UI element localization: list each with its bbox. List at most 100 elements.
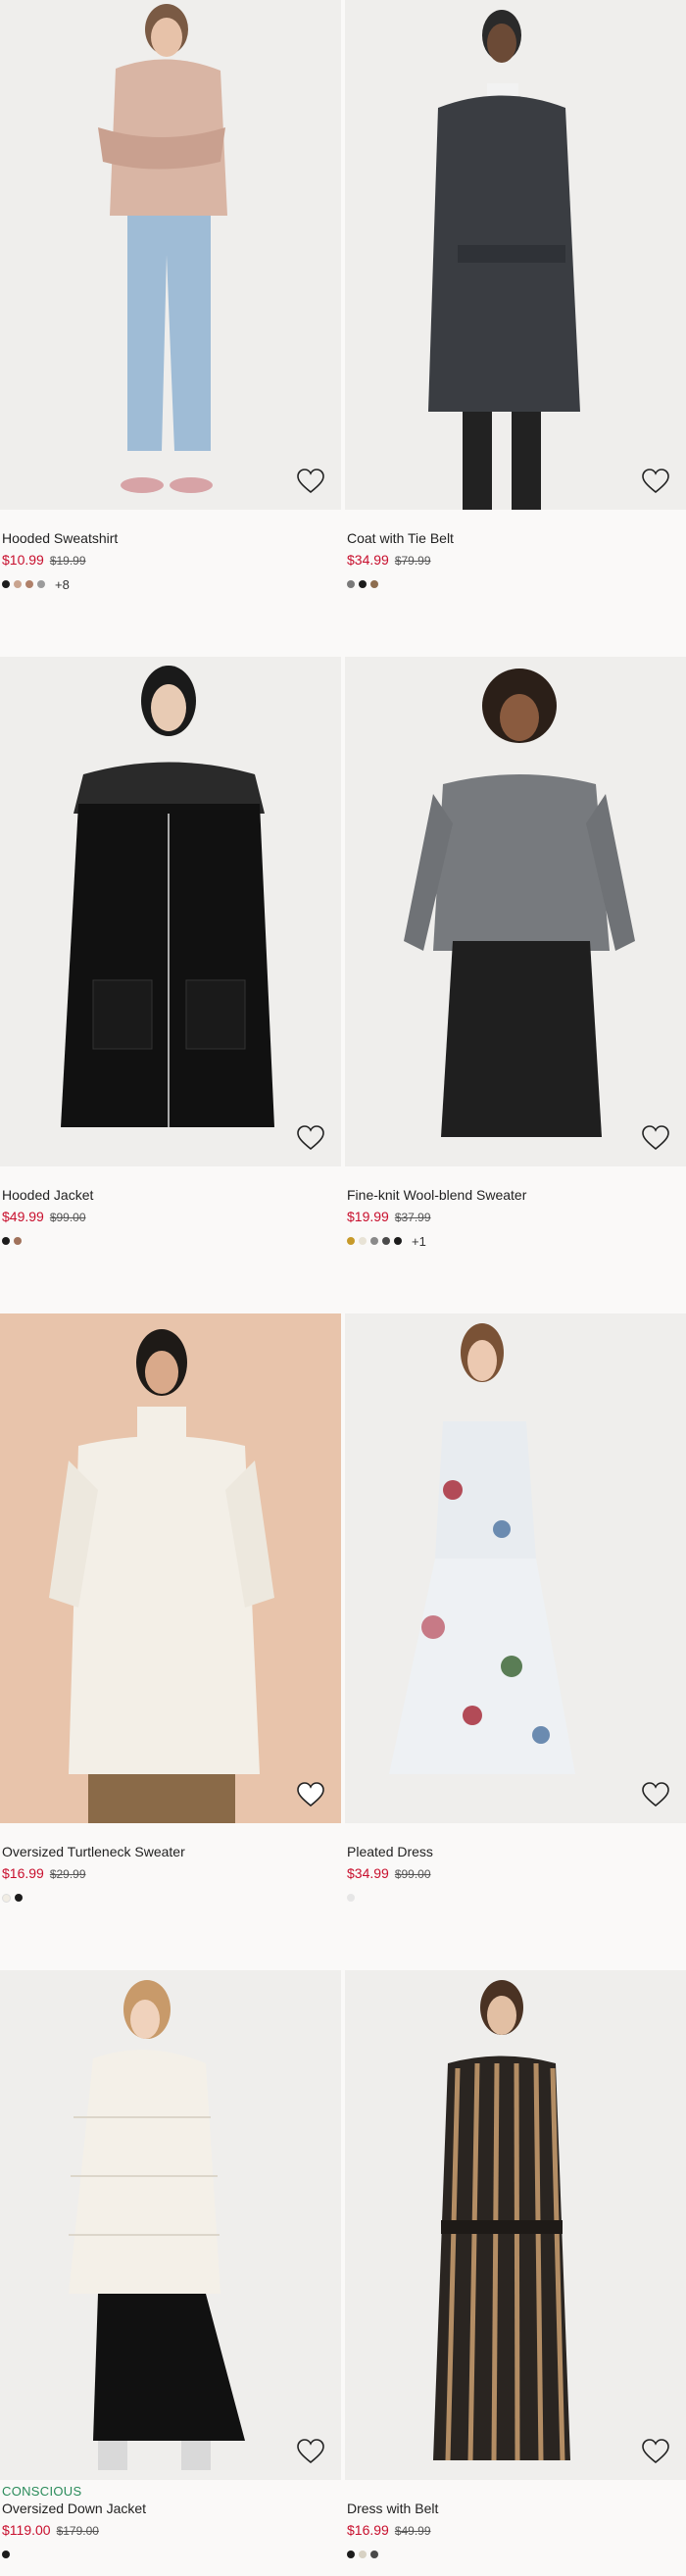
color-swatch[interactable] <box>370 1237 378 1245</box>
color-swatch[interactable] <box>370 2551 378 2558</box>
product-info: Oversized Turtleneck Sweater $16.99 $29.9… <box>2 1843 335 1905</box>
original-price: $99.00 <box>49 1211 86 1224</box>
original-price: $79.99 <box>394 554 431 568</box>
color-swatch[interactable] <box>14 580 22 588</box>
color-swatch[interactable] <box>359 1237 367 1245</box>
original-price: $179.00 <box>56 2524 99 2538</box>
color-swatches <box>347 577 680 591</box>
color-swatches <box>2 1891 335 1905</box>
color-swatch[interactable] <box>347 2551 355 2558</box>
color-swatch[interactable] <box>382 1237 390 1245</box>
original-price: $37.99 <box>394 1211 431 1224</box>
color-swatch[interactable] <box>394 1237 402 1245</box>
heart-icon <box>297 2439 324 2464</box>
product-prices: $10.99 $19.99 <box>2 551 335 570</box>
color-swatches: +8 <box>2 577 335 592</box>
color-swatch[interactable] <box>2 1893 11 1903</box>
sale-price: $119.00 <box>2 2522 51 2538</box>
product-card-oversized-turtleneck-sweater[interactable]: Oversized Turtleneck Sweater $16.99 $29.9… <box>0 1313 341 1960</box>
color-swatch[interactable] <box>25 580 33 588</box>
color-swatches <box>2 1234 335 1248</box>
sale-price: $19.99 <box>347 1209 389 1224</box>
product-prices: $119.00 $179.00 <box>2 2521 335 2540</box>
color-swatch[interactable] <box>14 1237 22 1245</box>
original-price: $49.99 <box>394 2524 431 2538</box>
heart-icon <box>297 1782 324 1808</box>
product-name[interactable]: Hooded Jacket <box>2 1186 335 1204</box>
color-swatches <box>347 2548 680 2561</box>
heart-icon <box>642 2439 669 2464</box>
product-card-coat-with-tie-belt[interactable]: Coat with Tie Belt $34.99 $79.99 <box>345 0 686 647</box>
color-swatch[interactable] <box>347 580 355 588</box>
color-swatch[interactable] <box>347 1894 355 1902</box>
favorite-button[interactable] <box>641 1780 670 1809</box>
color-swatch[interactable] <box>2 1237 10 1245</box>
product-card-fine-knit-wool-blend-sweater[interactable]: Fine-knit Wool-blend Sweater $19.99 $37.9… <box>345 657 686 1304</box>
product-prices: $34.99 $99.00 <box>347 1864 680 1883</box>
product-image[interactable] <box>0 0 341 510</box>
product-name[interactable]: Hooded Sweatshirt <box>2 529 335 547</box>
product-info: Fine-knit Wool-blend Sweater $19.99 $37.9… <box>347 1186 680 1249</box>
color-swatches <box>347 1891 680 1905</box>
color-swatch[interactable] <box>359 580 367 588</box>
original-price: $99.00 <box>394 1867 431 1881</box>
sale-price: $34.99 <box>347 1865 389 1881</box>
color-swatches: +1 <box>347 1234 680 1249</box>
color-swatch[interactable] <box>359 2551 367 2558</box>
favorite-button[interactable] <box>641 2437 670 2466</box>
product-prices: $19.99 $37.99 <box>347 1208 680 1226</box>
conscious-badge: CONSCIOUS <box>2 2484 82 2499</box>
color-swatch[interactable] <box>2 2551 10 2558</box>
sale-price: $34.99 <box>347 552 389 568</box>
product-card-hooded-jacket[interactable]: Hooded Jacket $49.99 $99.00 <box>0 657 341 1304</box>
product-prices: $16.99 $29.99 <box>2 1864 335 1883</box>
product-card-pleated-dress[interactable]: Pleated Dress $34.99 $99.00 <box>345 1313 686 1960</box>
heart-icon <box>297 469 324 494</box>
product-image[interactable] <box>0 1970 341 2480</box>
sale-price: $16.99 <box>2 1865 44 1881</box>
product-info: Pleated Dress $34.99 $99.00 <box>347 1843 680 1905</box>
product-name[interactable]: Oversized Down Jacket <box>2 2500 335 2517</box>
sale-price: $49.99 <box>2 1209 44 1224</box>
product-card-hooded-sweatshirt[interactable]: Hooded Sweatshirt $10.99 $19.99 +8 <box>0 0 341 647</box>
product-name[interactable]: Coat with Tie Belt <box>347 529 680 547</box>
product-name[interactable]: Dress with Belt <box>347 2500 680 2517</box>
product-image[interactable] <box>345 0 686 510</box>
favorite-button[interactable] <box>296 2437 325 2466</box>
favorite-button[interactable] <box>296 467 325 496</box>
sale-price: $10.99 <box>2 552 44 568</box>
product-info: Coat with Tie Belt $34.99 $79.99 <box>347 529 680 591</box>
product-image[interactable] <box>345 657 686 1166</box>
more-colors-count[interactable]: +8 <box>55 577 70 592</box>
heart-icon <box>642 1782 669 1808</box>
product-image[interactable] <box>345 1970 686 2480</box>
product-info: CONSCIOUS Oversized Down Jacket $119.00 $… <box>2 2484 335 2561</box>
product-prices: $16.99 $49.99 <box>347 2521 680 2540</box>
color-swatch[interactable] <box>15 1894 23 1902</box>
more-colors-count[interactable]: +1 <box>412 1234 426 1249</box>
product-info: Dress with Belt $16.99 $49.99 <box>347 2500 680 2561</box>
favorite-button[interactable] <box>641 1123 670 1153</box>
color-swatches <box>2 2548 335 2561</box>
sale-price: $16.99 <box>347 2522 389 2538</box>
color-swatch[interactable] <box>37 580 45 588</box>
product-name[interactable]: Pleated Dress <box>347 1843 680 1860</box>
product-info: Hooded Jacket $49.99 $99.00 <box>2 1186 335 1248</box>
product-image[interactable] <box>0 657 341 1166</box>
color-swatch[interactable] <box>370 580 378 588</box>
favorite-button[interactable] <box>641 467 670 496</box>
product-name[interactable]: Fine-knit Wool-blend Sweater <box>347 1186 680 1204</box>
color-swatch[interactable] <box>347 1237 355 1245</box>
product-card-oversized-down-jacket[interactable]: CONSCIOUS Oversized Down Jacket $119.00 $… <box>0 1970 341 2576</box>
product-prices: $34.99 $79.99 <box>347 551 680 570</box>
color-swatch[interactable] <box>2 580 10 588</box>
favorite-button[interactable] <box>296 1780 325 1809</box>
product-name[interactable]: Oversized Turtleneck Sweater <box>2 1843 335 1860</box>
product-prices: $49.99 $99.00 <box>2 1208 335 1226</box>
favorite-button[interactable] <box>296 1123 325 1153</box>
product-image[interactable] <box>345 1313 686 1823</box>
product-image[interactable] <box>0 1313 341 1823</box>
product-card-dress-with-belt[interactable]: Dress with Belt $16.99 $49.99 <box>345 1970 686 2576</box>
heart-icon <box>297 1125 324 1151</box>
product-info: Hooded Sweatshirt $10.99 $19.99 +8 <box>2 529 335 592</box>
